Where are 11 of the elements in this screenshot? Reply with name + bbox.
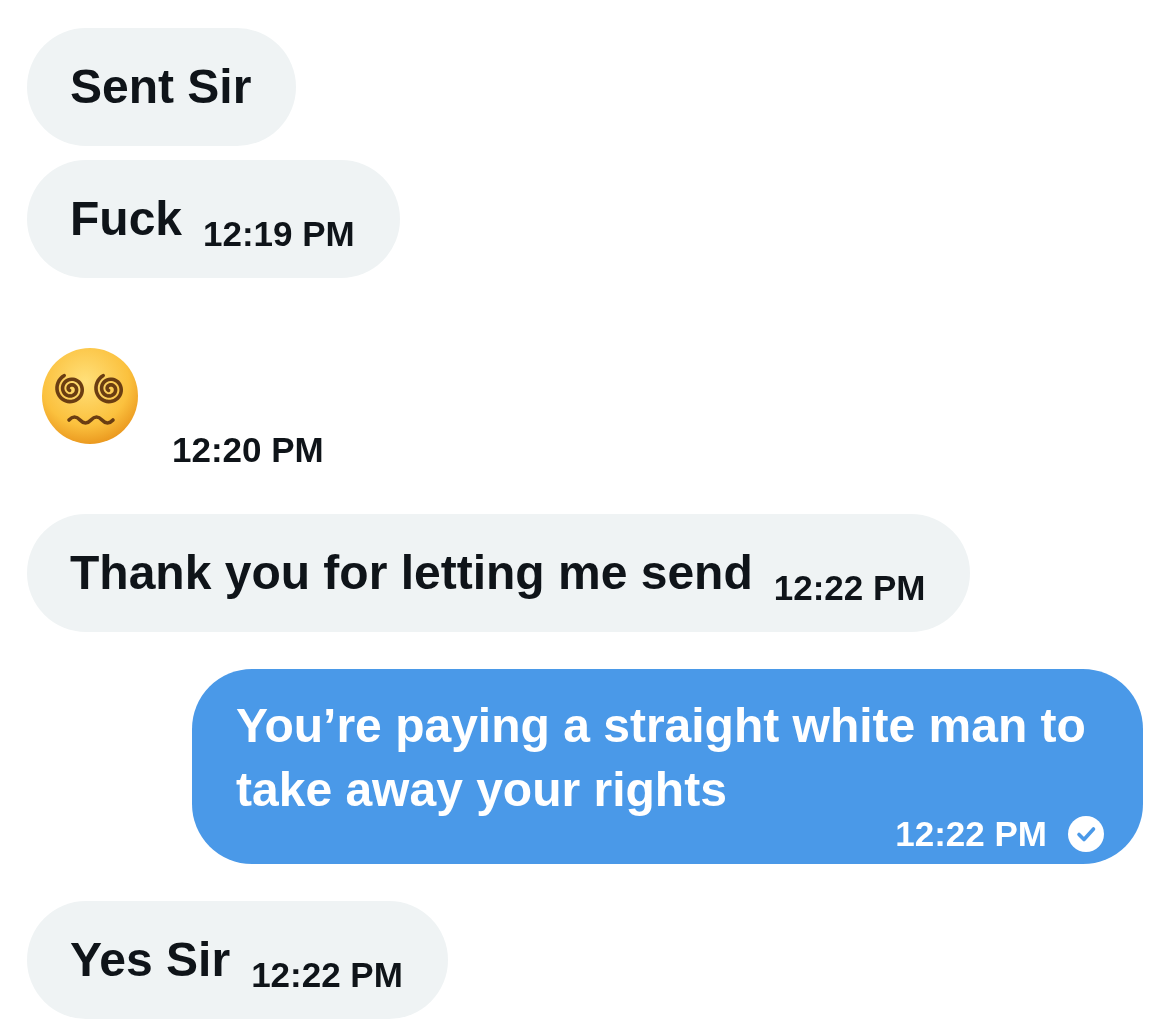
message-time: 12:22 PM <box>895 816 1047 852</box>
message-time: 12:22 PM <box>251 961 403 989</box>
message-text: Yes Sir <box>70 932 231 988</box>
message-text: Fuck <box>70 191 183 247</box>
message-text: Thank you for letting me send <box>70 545 753 601</box>
message-text: Sent Sir <box>70 59 252 115</box>
spiral-eyes-face-icon <box>42 348 138 444</box>
message-text: You’re paying a straight white man to take away your rights <box>236 699 1087 816</box>
message-time: 12:20 PM <box>172 436 324 464</box>
message-time: 12:22 PM <box>773 574 926 602</box>
message-time: 12:19 PM <box>203 220 355 248</box>
